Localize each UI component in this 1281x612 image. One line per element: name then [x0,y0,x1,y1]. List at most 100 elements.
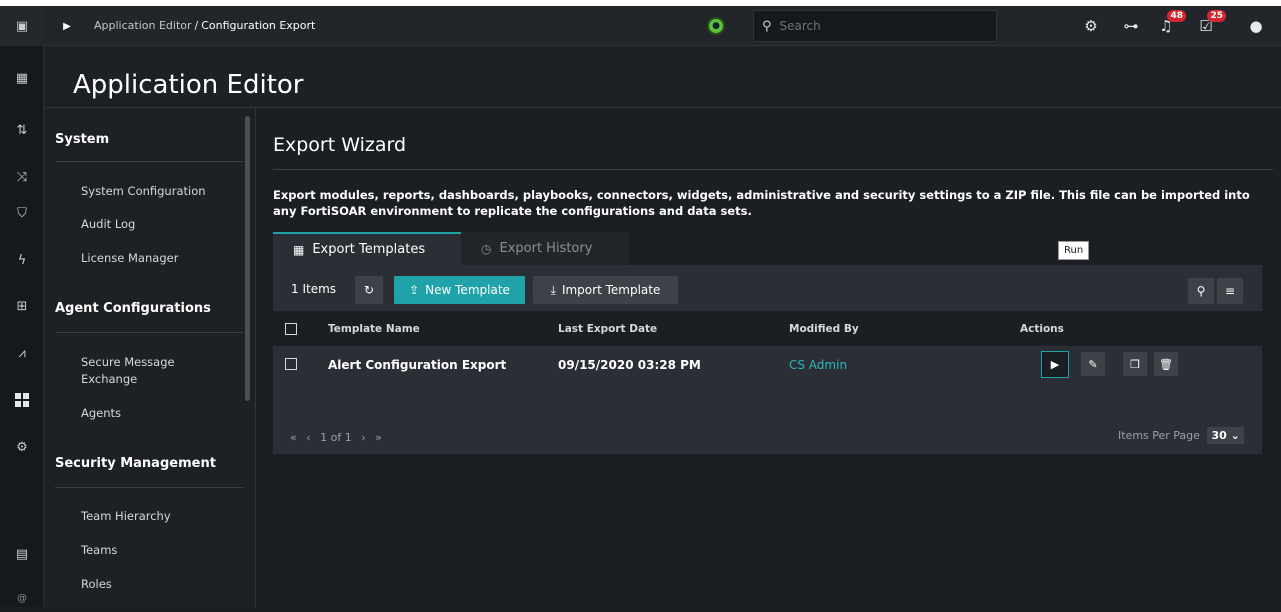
pencil-icon: ✎ [1088,357,1098,371]
table-menu-button[interactable]: ≡ [1217,278,1243,304]
notifications-bell-icon[interactable]: ♫ 48 [1154,10,1186,38]
sidebar-scrollbar[interactable] [245,116,250,401]
breadcrumb: Application Editor / Configuration Export [94,19,315,32]
shuffle-icon[interactable]: ⤨ [0,163,44,191]
tab-export-history[interactable]: ◷ Export History [461,232,629,265]
sidebar-section-security-management: Security Management [55,456,216,471]
page-header: Application Editor [44,46,1281,108]
sidebar-item-system-configuration[interactable]: System Configuration [81,183,206,200]
sidebar-item-audit-log[interactable]: Audit Log [81,216,135,233]
lightning-icon[interactable]: ϟ [0,246,44,274]
page-info: 1 of 1 [320,431,352,444]
items-per-page-label: Items Per Page [1118,429,1200,442]
column-header-modified-by[interactable]: Modified By [789,323,859,335]
refresh-button[interactable]: ↻ [355,276,383,304]
delete-button[interactable]: 🗑 [1154,352,1178,376]
breadcrumb-parent[interactable]: Application Editor [94,19,192,32]
sidebar-item-secure-message-exchange[interactable]: Secure Message Exchange [81,354,231,388]
divider [55,487,243,488]
sidebar-item-teams[interactable]: Teams [81,542,117,559]
breadcrumb-current: Configuration Export [201,19,316,32]
icon-rail: ▣ ▦ ⇅ ⤨ ⛉ ϟ ⊞ ⩘ ⚙ ▤ @ [0,6,44,607]
play-icon: ▶ [1050,358,1060,371]
at-icon[interactable]: @ [0,584,44,612]
copy-button[interactable]: ❐ [1123,352,1147,376]
sidebar-item-license-manager[interactable]: License Manager [81,250,178,267]
tab-label: Export Templates [312,242,426,257]
divider [55,332,243,333]
modified-by-link[interactable]: CS Admin [789,358,847,372]
refresh-icon: ↻ [363,283,375,297]
sidebar-section-system: System [55,132,110,147]
hamburger-menu-icon: ≡ [1224,284,1236,298]
settings-icon[interactable]: ⚙ [1079,14,1103,38]
table-search-button[interactable]: ⚲ [1188,278,1214,304]
pagination: « ‹ 1 of 1 › » [290,431,388,444]
new-template-label: New Template [425,283,510,297]
hierarchy-icon[interactable]: ⊶ [1119,14,1143,38]
history-icon: ◷ [481,241,492,256]
run-tooltip: Run [1058,241,1090,260]
tasks-badge: 25 [1207,10,1226,22]
items-per-page: Items Per Page 30 ⌄ [1118,427,1244,444]
items-per-page-select[interactable]: 30 ⌄ [1207,427,1244,444]
download-icon: ⤓ [550,282,556,297]
clipboard-icon[interactable]: ▤ [0,540,44,568]
next-page-icon[interactable]: › [361,431,365,444]
search-icon: ⚲ [762,18,772,34]
page-title: Application Editor [73,70,304,100]
search-input[interactable] [779,19,980,33]
tab-export-templates[interactable]: ▦ Export Templates [273,232,461,265]
sort-icon[interactable]: ⇅ [0,116,44,144]
divider [273,169,1273,170]
column-header-actions: Actions [1020,323,1064,335]
new-template-button[interactable]: ⇪ New Template [394,276,525,304]
user-avatar-icon[interactable]: ● [1244,14,1268,38]
top-bar: ▶ Application Editor / Configuration Expor… [44,6,1281,46]
run-button[interactable]: ▶ [1041,351,1069,378]
upload-icon: ⇪ [409,283,420,297]
items-count: 1 Items [291,282,337,296]
chart-icon[interactable]: ⩘ [0,339,44,367]
divider [55,161,243,162]
table-header: Template Name Last Export Date Modified … [273,311,1262,346]
tasks-icon[interactable]: ☑ 25 [1194,10,1226,38]
table-row[interactable]: Alert Configuration Export 09/15/2020 03… [273,346,1262,383]
template-name-cell[interactable]: Alert Configuration Export [328,358,506,372]
main-content: Export Wizard Export modules, reports, d… [256,108,1281,607]
search-icon: ⚲ [1196,284,1206,298]
row-checkbox[interactable] [285,358,297,370]
wizard-title: Export Wizard [273,134,407,156]
column-header-last-export-date[interactable]: Last Export Date [558,323,657,335]
copy-icon: ❐ [1130,357,1140,371]
settings-sidebar: System System Configuration Audit Log Li… [44,108,256,607]
sidebar-section-agent-configurations: Agent Configurations [55,301,211,316]
items-per-page-value: 30 [1211,429,1227,442]
breadcrumb-separator: / [194,19,199,32]
settings-gear-icon[interactable]: ⚙ [0,433,44,461]
shield-icon[interactable]: ⛉ [0,199,44,227]
last-page-icon[interactable]: » [375,431,382,444]
sidebar-toggle-icon[interactable]: ▶ [50,12,84,40]
trash-icon: 🗑 [1159,357,1173,371]
notifications-badge: 48 [1167,10,1186,22]
status-indicator-icon[interactable]: ● [707,17,725,35]
sidebar-item-team-hierarchy[interactable]: Team Hierarchy [81,508,171,525]
sidebar-item-agents[interactable]: Agents [81,405,121,422]
import-template-button[interactable]: ⤓ Import Template [533,276,678,304]
templates-panel: 1 Items ↻ ⇪ New Template ⤓ Import Templa… [273,265,1262,454]
first-page-icon[interactable]: « [290,431,297,444]
sidebar-item-roles[interactable]: Roles [81,576,112,593]
select-all-checkbox[interactable] [285,323,297,335]
import-template-label: Import Template [561,283,661,297]
briefcase-icon[interactable]: ⊞ [0,292,44,320]
global-search[interactable]: ⚲ [753,10,997,42]
chevron-down-icon: ⌄ [1230,429,1240,442]
prev-page-icon[interactable]: ‹ [306,431,310,444]
app-logo-icon[interactable]: ▣ [0,6,44,46]
column-header-template-name[interactable]: Template Name [328,323,420,335]
dashboard-icon[interactable]: ▦ [0,64,44,92]
tab-label: Export History [499,241,593,256]
edit-button[interactable]: ✎ [1081,352,1105,376]
grid-active-icon[interactable] [0,386,44,414]
